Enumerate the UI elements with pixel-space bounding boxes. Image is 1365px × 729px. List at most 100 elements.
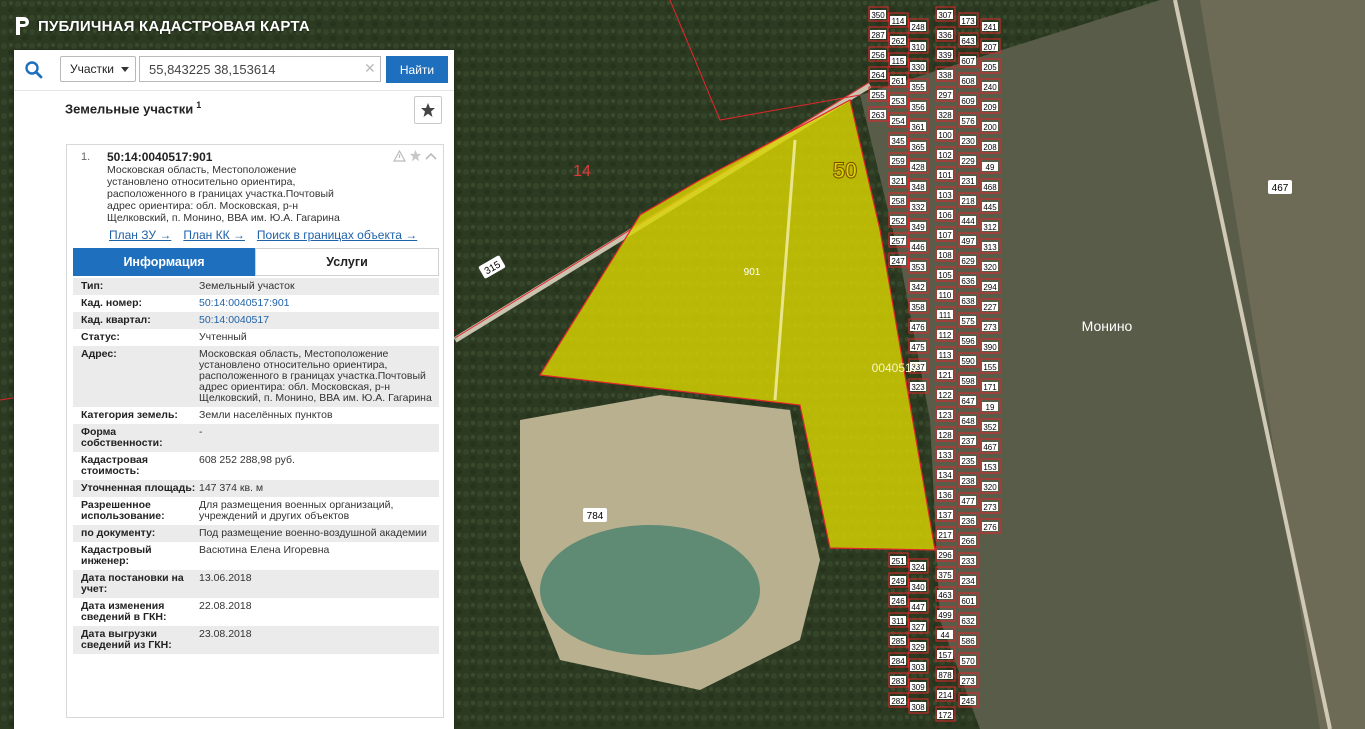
- lot-number: 134: [938, 471, 952, 480]
- info-value: 608 252 288,98 руб.: [199, 454, 295, 466]
- lot-number: 236: [961, 517, 975, 526]
- result-cad-number[interactable]: 50:14:0040517:901: [107, 150, 212, 164]
- address-line: расположенного в границах участка.Почтов…: [107, 188, 334, 200]
- lot-number: 632: [961, 617, 975, 626]
- lot-number: 257: [891, 237, 905, 246]
- lot-number: 115: [892, 57, 905, 66]
- card-actions: [393, 149, 437, 162]
- address-line: Московская область, Местоположение: [107, 164, 297, 176]
- lot-number: 209: [983, 103, 997, 112]
- lot-number: 205: [983, 63, 997, 72]
- search-icon: [25, 61, 43, 79]
- info-value: Васютина Елена Игоревна: [199, 544, 330, 556]
- address-line: установлено относительно ориентира,: [107, 176, 296, 188]
- lot-number: 294: [983, 283, 997, 292]
- lot-number: 214: [938, 691, 952, 700]
- info-row: Тип: Земельный участок: [73, 278, 439, 295]
- search-in-bounds-link[interactable]: Поиск в границах объекта →: [257, 228, 417, 242]
- favorites-button[interactable]: [414, 96, 442, 124]
- result-address: Московская область, Местоположение устан…: [107, 164, 377, 224]
- info-key: Дата выгрузки сведений из ГКН:: [81, 628, 172, 651]
- lot-number: 284: [891, 657, 905, 666]
- search-input[interactable]: [139, 56, 381, 82]
- lot-number: 586: [961, 637, 975, 646]
- search-panel: Участки ✕ Найти Земельные участки1 1. 50…: [14, 50, 454, 729]
- lot-number: 105: [938, 271, 952, 280]
- info-value: Земельный участок: [199, 280, 295, 292]
- lot-number: 609: [961, 97, 975, 106]
- lot-number: 596: [961, 337, 975, 346]
- lot-number: 323: [911, 383, 925, 392]
- lot-number: 352: [983, 423, 997, 432]
- lot-number: 233: [961, 557, 975, 566]
- lot-number: 276: [983, 523, 997, 532]
- district-label: 14: [573, 163, 591, 180]
- info-value: 147 374 кв. м: [199, 482, 264, 494]
- tab-services[interactable]: Услуги: [255, 248, 439, 276]
- info-row: Категория земель: Земли населённых пункто…: [73, 407, 439, 424]
- lot-number: 44: [941, 631, 950, 640]
- info-key: Кад. квартал:: [81, 314, 151, 326]
- lot-number: 285: [891, 637, 905, 646]
- lot-number: 390: [983, 343, 997, 352]
- lot-number: 112: [939, 331, 952, 340]
- plan-kk-link[interactable]: План КК →: [183, 228, 245, 242]
- info-table: Тип: Земельный участок Кад. номер: 50:14:00…: [73, 278, 439, 654]
- lot-number: 499: [938, 611, 952, 620]
- chevron-up-icon[interactable]: [425, 151, 437, 161]
- search-button[interactable]: [14, 50, 54, 90]
- info-row: по документу: Под размещение военно-возду…: [73, 525, 439, 542]
- lot-number: 636: [961, 277, 975, 286]
- lot-number: 648: [961, 417, 975, 426]
- lot-number: 463: [938, 591, 952, 600]
- lot-number: 349: [911, 223, 925, 232]
- info-row: Кад. квартал: 50:14:0040517: [73, 312, 439, 329]
- lot-number: 307: [938, 11, 952, 20]
- lot-number: 878: [938, 671, 952, 680]
- lot-number: 330: [911, 63, 925, 72]
- lot-number: 309: [911, 683, 925, 692]
- info-row: Дата выгрузки сведений из ГКН: 23.08.2018: [73, 626, 439, 654]
- info-key: Уточненная площадь:: [81, 482, 196, 494]
- info-row: Адрес: Московская область, Местоположение…: [73, 346, 439, 407]
- info-value: 13.06.2018: [199, 572, 252, 584]
- lot-number: 361: [911, 123, 925, 132]
- info-key: Дата постановки на учет:: [81, 572, 184, 595]
- lot-number: 353: [911, 263, 925, 272]
- info-value: Под размещение военно-воздушной академии: [199, 527, 427, 539]
- find-button[interactable]: Найти: [386, 56, 448, 83]
- lot-number: 497: [961, 237, 975, 246]
- app-title: ПУБЛИЧНАЯ КАДАСТРОВАЯ КАРТА: [38, 17, 310, 35]
- clear-icon[interactable]: ✕: [364, 60, 376, 77]
- lot-number: 576: [961, 117, 975, 126]
- info-key: Форма собственности:: [81, 426, 163, 449]
- lot-number: 320: [983, 263, 997, 272]
- lot-number: 266: [961, 537, 975, 546]
- star-icon[interactable]: [409, 149, 422, 162]
- info-value[interactable]: 50:14:0040517: [199, 315, 439, 326]
- lot-number: 607: [961, 57, 975, 66]
- info-key: по документу:: [81, 527, 156, 539]
- info-value[interactable]: 50:14:0040517:901: [199, 298, 439, 309]
- object-type-select[interactable]: Участки: [60, 56, 136, 82]
- lot-number: 444: [961, 217, 975, 226]
- lot-number: 102: [938, 151, 952, 160]
- address-line: адрес ориентира: обл. Московская, р-н: [107, 200, 299, 212]
- info-key: Кадастровый инженер:: [81, 544, 152, 567]
- lot-number: 263: [871, 111, 885, 120]
- warning-icon[interactable]: [393, 149, 406, 162]
- lot-number: 327: [911, 623, 925, 632]
- lot-number: 155: [983, 363, 997, 372]
- info-key: Адрес:: [81, 348, 117, 360]
- lot-number: 303: [911, 663, 925, 672]
- lot-number: 313: [983, 243, 997, 252]
- lot-number: 601: [961, 597, 975, 606]
- lot-number: 108: [938, 251, 952, 260]
- rosreestr-logo-icon: [16, 17, 29, 35]
- plan-zu-link[interactable]: План ЗУ →: [109, 228, 171, 242]
- lot-number: 258: [891, 197, 905, 206]
- lot-number: 329: [911, 643, 925, 652]
- lot-number: 235: [961, 457, 975, 466]
- info-value: -: [199, 426, 203, 438]
- tab-information[interactable]: Информация: [73, 248, 255, 276]
